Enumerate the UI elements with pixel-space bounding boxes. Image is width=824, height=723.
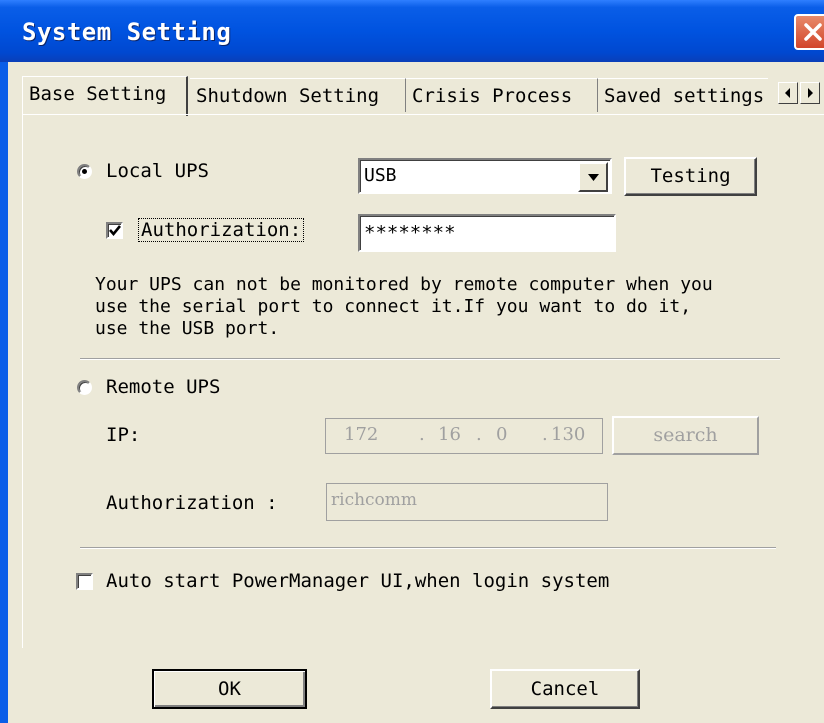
local-authorization-checkbox[interactable] — [106, 222, 123, 239]
remote-ups-radio[interactable] — [77, 380, 92, 395]
search-button-label: search — [653, 424, 718, 446]
tab-base-setting[interactable]: Base Setting — [22, 76, 188, 116]
testing-button-label: Testing — [650, 165, 731, 187]
dialog-footer — [8, 648, 824, 723]
remote-ups-label: Remote UPS — [106, 376, 221, 398]
tab-label: Base Setting — [29, 83, 167, 105]
tab-scroll-left-icon — [785, 88, 790, 98]
separator-bottom — [80, 547, 776, 549]
tab-label: Shutdown Setting — [196, 85, 380, 107]
window-title: System Setting — [22, 18, 232, 46]
ip-octet-2: 16 — [438, 424, 461, 445]
ip-octet-3: 0 — [496, 424, 508, 445]
separator-top — [80, 358, 780, 360]
window-left-border — [0, 62, 8, 723]
ok-button[interactable]: OK — [152, 669, 307, 709]
local-authorization-label: Authorization: — [138, 218, 305, 242]
info-message: Your UPS can not be monitored by remote … — [95, 274, 713, 339]
testing-button[interactable]: Testing — [624, 157, 757, 196]
close-button[interactable] — [794, 14, 824, 50]
local-ups-label: Local UPS — [106, 160, 209, 182]
port-select[interactable]: USB — [358, 158, 612, 194]
port-dropdown-button[interactable] — [578, 162, 608, 192]
tab-scroll-right-button[interactable] — [800, 82, 820, 104]
ok-button-label: OK — [218, 678, 241, 700]
port-select-value: USB — [364, 165, 397, 186]
local-authorization-input[interactable]: ******** — [358, 214, 616, 252]
checkmark-icon — [109, 225, 121, 237]
dropdown-arrow-icon — [588, 174, 599, 181]
tab-label: Crisis Process — [412, 85, 573, 107]
ip-label: IP: — [106, 424, 141, 446]
cancel-button-label: Cancel — [530, 678, 600, 700]
ip-octet-1: 172 — [344, 424, 379, 445]
tab-crisis-process[interactable]: Crisis Process — [406, 78, 598, 112]
tab-shutdown-setting[interactable]: Shutdown Setting — [190, 78, 406, 112]
tab-saved-settings[interactable]: Saved settings — [598, 78, 768, 112]
close-icon — [804, 23, 822, 41]
autostart-checkbox[interactable] — [76, 573, 93, 590]
system-setting-dialog: System Setting Base Setting Shutdown Set… — [0, 0, 824, 723]
autostart-label: Auto start PowerManager UI,when login sy… — [106, 570, 610, 592]
ip-octet-4: 130 — [551, 424, 586, 445]
tab-scroll-left-button[interactable] — [778, 82, 798, 104]
title-bar[interactable]: System Setting — [0, 0, 824, 62]
local-ups-radio[interactable] — [77, 164, 92, 179]
radio-dot-icon — [82, 169, 87, 174]
remote-authorization-label: Authorization : — [106, 492, 278, 514]
search-button[interactable]: search — [612, 416, 759, 455]
cancel-button[interactable]: Cancel — [490, 669, 640, 709]
tab-strip: Base Setting Shutdown Setting Crisis Pro… — [22, 76, 824, 116]
remote-authorization-input[interactable]: richcomm — [326, 483, 608, 521]
ip-address-input[interactable]: 172 . 16 . 0 . 130 — [325, 418, 603, 454]
tab-label: Saved settings — [604, 85, 765, 107]
tab-scroll-right-icon — [808, 88, 813, 98]
